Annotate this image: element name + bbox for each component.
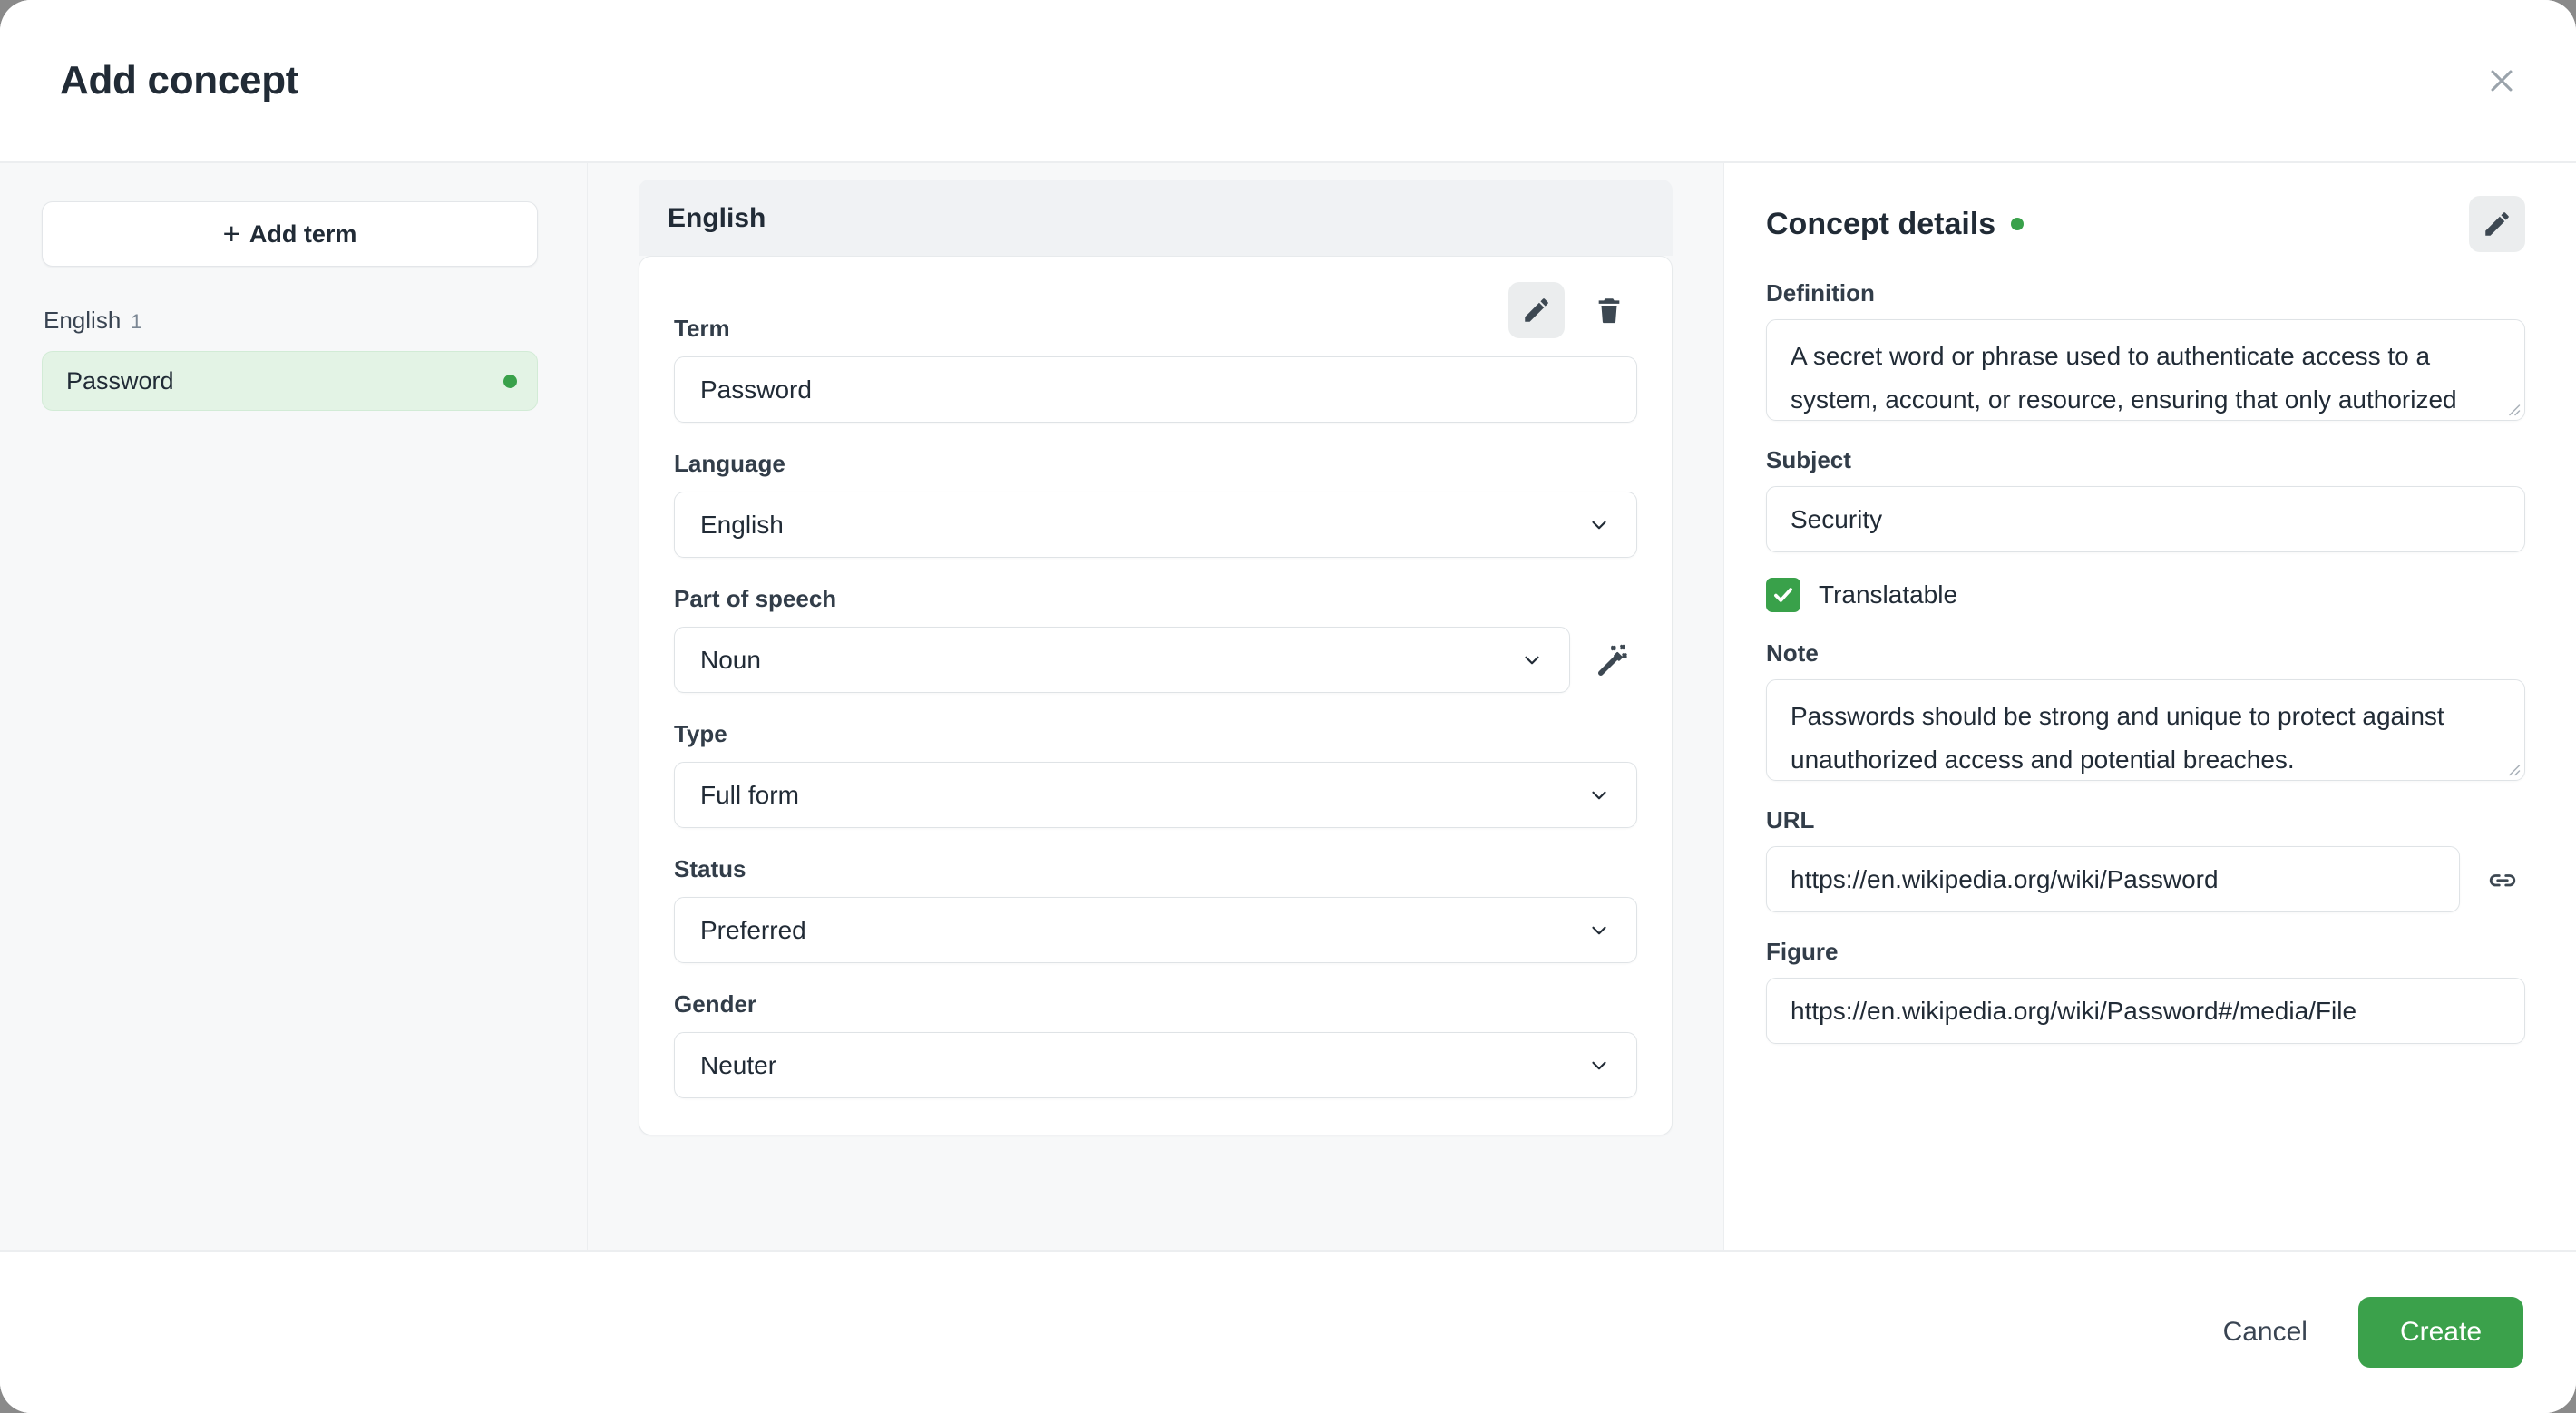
field-label-part-of-speech: Part of speech <box>674 585 837 612</box>
link-icon <box>2486 863 2519 896</box>
field-label-gender: Gender <box>674 990 757 1018</box>
chevron-down-icon <box>1592 791 1606 799</box>
field-status: Status Preferred <box>674 855 1637 963</box>
magic-wand-icon <box>1595 642 1632 678</box>
url-input[interactable]: https://en.wikipedia.org/wiki/Password <box>1766 846 2460 912</box>
chevron-down-icon <box>1592 521 1606 529</box>
field-term: Term Password <box>674 315 1637 423</box>
translatable-row: Translatable <box>1766 578 2525 612</box>
status-select-value: Preferred <box>700 915 806 944</box>
type-select-value: Full form <box>700 780 799 809</box>
field-label-status: Status <box>674 855 746 882</box>
language-group-header: English 1 <box>44 307 538 335</box>
language-select[interactable]: English <box>674 492 1637 558</box>
field-label-url: URL <box>1766 806 1815 833</box>
field-label-definition: Definition <box>1766 279 1875 307</box>
field-gender: Gender Neuter <box>674 990 1637 1098</box>
modal-footer: Cancel Create <box>0 1252 2576 1413</box>
field-definition: Definition A secret word or phrase used … <box>1766 279 2525 421</box>
resize-handle-icon[interactable] <box>2504 760 2521 776</box>
concept-details-panel: Concept details Definition A secret word… <box>1723 163 2576 1250</box>
figure-input[interactable]: https://en.wikipedia.org/wiki/Password#/… <box>1766 978 2525 1044</box>
language-group-count: 1 <box>131 310 142 333</box>
part-of-speech-select[interactable]: Noun <box>674 627 1570 693</box>
translatable-label: Translatable <box>1819 580 1958 609</box>
pencil-icon <box>1521 295 1552 326</box>
add-concept-modal: Add concept + Add term English 1 Passwor… <box>0 0 2576 1413</box>
note-text: Passwords should be strong and unique to… <box>1791 702 2444 774</box>
edit-concept-details-button[interactable] <box>2469 196 2525 252</box>
magic-suggest-button[interactable] <box>1590 637 1637 684</box>
term-editor-panel: English Term Password Language English P… <box>588 163 1723 1250</box>
field-label-term: Term <box>674 315 730 342</box>
modal-header: Add concept <box>0 0 2576 163</box>
note-textarea[interactable]: Passwords should be strong and unique to… <box>1766 679 2525 781</box>
term-language-header: English <box>639 180 1673 256</box>
status-select[interactable]: Preferred <box>674 897 1637 963</box>
close-button[interactable] <box>2474 54 2529 108</box>
field-label-language: Language <box>674 450 785 477</box>
delete-term-button[interactable] <box>1581 282 1637 338</box>
resize-handle-icon[interactable] <box>2504 400 2521 416</box>
field-language: Language English <box>674 450 1637 558</box>
chevron-down-icon <box>1592 926 1606 934</box>
terms-sidebar: + Add term English 1 Password <box>0 163 588 1250</box>
chevron-down-icon <box>1592 1061 1606 1069</box>
pencil-icon <box>2482 209 2513 239</box>
part-of-speech-select-value: Noun <box>700 645 761 674</box>
concept-details-title-group: Concept details <box>1766 206 2025 242</box>
subject-input[interactable]: Security <box>1766 486 2525 552</box>
field-note: Note Passwords should be strong and uniq… <box>1766 639 2525 781</box>
gender-select-value: Neuter <box>700 1050 777 1079</box>
language-select-value: English <box>700 510 784 539</box>
type-select[interactable]: Full form <box>674 762 1637 828</box>
list-item-label: Password <box>66 366 174 395</box>
modal-body: + Add term English 1 Password English Te… <box>0 163 2576 1252</box>
translatable-checkbox[interactable] <box>1766 578 1800 612</box>
term-card: Term Password Language English Part of s… <box>639 256 1673 1135</box>
status-dot-icon <box>2011 218 2025 230</box>
definition-text: A secret word or phrase used to authenti… <box>1791 342 2457 414</box>
term-card-actions <box>1508 282 1637 338</box>
field-type: Type Full form <box>674 720 1637 828</box>
field-url: URL https://en.wikipedia.org/wiki/Passwo… <box>1766 806 2525 912</box>
concept-details-header: Concept details <box>1766 196 2525 252</box>
status-dot-icon <box>503 374 517 388</box>
create-button[interactable]: Create <box>2357 1297 2523 1368</box>
trash-icon <box>1594 295 1625 326</box>
cancel-button[interactable]: Cancel <box>2212 1304 2318 1360</box>
field-label-subject: Subject <box>1766 446 1851 473</box>
field-label-note: Note <box>1766 639 1819 667</box>
field-figure: Figure https://en.wikipedia.org/wiki/Pas… <box>1766 938 2525 1044</box>
term-input[interactable]: Password <box>674 356 1637 423</box>
field-subject: Subject Security <box>1766 446 2525 552</box>
edit-term-button[interactable] <box>1508 282 1565 338</box>
language-group-name: English <box>44 307 122 334</box>
add-term-button[interactable]: + Add term <box>42 201 538 267</box>
field-label-figure: Figure <box>1766 938 1839 965</box>
definition-textarea[interactable]: A secret word or phrase used to authenti… <box>1766 319 2525 421</box>
check-icon <box>1774 588 1792 602</box>
concept-details-title: Concept details <box>1766 206 1996 241</box>
chevron-down-icon <box>1525 656 1539 664</box>
sidebar-term-item-password[interactable]: Password <box>42 351 538 411</box>
plus-icon: + <box>222 216 240 250</box>
close-icon <box>2486 65 2517 96</box>
add-term-label: Add term <box>249 219 357 248</box>
field-part-of-speech: Part of speech Noun <box>674 585 1637 693</box>
field-label-type: Type <box>674 720 727 747</box>
open-url-button[interactable] <box>2480 857 2525 902</box>
page-title: Add concept <box>60 58 299 102</box>
gender-select[interactable]: Neuter <box>674 1032 1637 1098</box>
